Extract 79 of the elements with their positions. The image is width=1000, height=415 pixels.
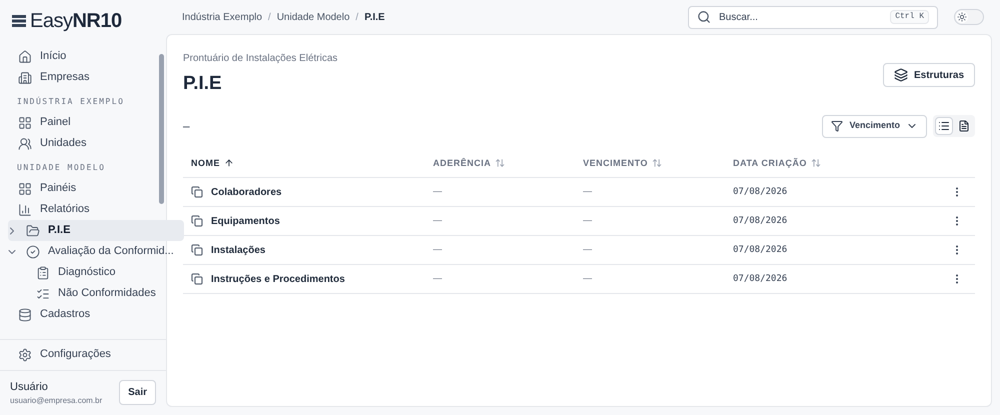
table-cell: —	[583, 215, 592, 226]
sort-icon	[652, 158, 662, 168]
logo-text: EasyNR10	[30, 9, 122, 34]
section-label: UNIDADE MODELO	[16, 162, 106, 174]
sidebar-item[interactable]: Unidades	[8, 133, 184, 154]
settings-icon	[18, 348, 32, 362]
structures-button[interactable]: Estruturas	[882, 63, 975, 87]
theme-toggle[interactable]	[954, 9, 984, 25]
filter-button[interactable]: Vencimento	[822, 114, 927, 138]
nav-icon	[18, 308, 32, 322]
summary-text: –	[183, 118, 190, 135]
settings-item[interactable]: Configurações	[8, 344, 158, 366]
folder-icon	[191, 186, 203, 198]
sidebar-item[interactable]: Painel	[8, 112, 184, 133]
sidebar-item[interactable]: Avaliação da Conformid...	[8, 241, 184, 262]
nav-icon	[26, 244, 40, 258]
breadcrumb-separator: /	[356, 10, 358, 24]
sidebar-item[interactable]: Início	[8, 46, 184, 67]
row-name[interactable]: Colaboradores	[211, 184, 282, 200]
column-header[interactable]: NOME	[191, 156, 234, 170]
table-cell: —	[433, 186, 442, 196]
sidebar-item[interactable]: P.I.E	[8, 220, 184, 241]
folder-icon	[191, 215, 203, 227]
column-header[interactable]: ADERÊNCIA	[433, 156, 506, 170]
folder-icon	[191, 244, 203, 256]
sun-icon	[957, 12, 967, 22]
search-icon	[697, 10, 711, 24]
logout-button[interactable]: Sair	[119, 380, 156, 406]
section-label: INDÚSTRIA EXEMPLO	[16, 96, 126, 108]
date-cell: 07/08/2026	[733, 186, 788, 197]
column-header[interactable]: DATA CRIAÇÃO	[733, 156, 821, 170]
layers-icon	[894, 68, 908, 82]
sort-icon	[810, 158, 821, 168]
nav-icon	[36, 286, 50, 300]
sidebar-item[interactable]: Empresas	[8, 67, 184, 88]
search-field[interactable]: Buscar... Ctrl K	[688, 6, 938, 28]
sidebar-item[interactable]: Cadastros	[8, 304, 184, 325]
table-cell: —	[433, 273, 442, 284]
nav-icon	[18, 136, 32, 150]
list-view-button[interactable]	[935, 117, 953, 135]
sidebar-item[interactable]: Painéis	[8, 178, 184, 199]
nav-icon	[18, 50, 32, 64]
sort-icon	[495, 158, 506, 168]
date-cell: 07/08/2026	[733, 274, 788, 284]
nav-icon	[18, 202, 32, 216]
date-cell: 07/08/2026	[733, 216, 788, 226]
document-icon	[958, 120, 970, 132]
sidebar-subitem[interactable]: Não Conformidades	[8, 283, 184, 304]
nav-icon	[26, 224, 40, 238]
table-cell: —	[583, 186, 592, 196]
nav-icon	[18, 70, 32, 84]
page-subtitle: Prontuário de Instalações Elétricas	[183, 52, 338, 66]
page-title: P.I.E	[183, 72, 223, 96]
breadcrumb-link[interactable]: Indústria Exemplo	[182, 10, 262, 24]
sidebar-item[interactable]: Relatórios	[8, 199, 184, 220]
breadcrumb-link[interactable]: P.I.E	[364, 10, 385, 24]
table-cell: —	[433, 215, 442, 226]
breadcrumb-link[interactable]: Unidade Modelo	[276, 10, 350, 24]
column-header[interactable]: VENCIMENTO	[583, 156, 662, 170]
nav-icon	[36, 266, 50, 280]
row-name[interactable]: Instruções e Procedimentos	[211, 272, 345, 286]
nav-icon	[18, 116, 32, 130]
breadcrumb-separator: /	[268, 10, 271, 24]
row-name[interactable]: Instalações	[211, 242, 266, 258]
date-cell: 07/08/2026	[733, 244, 788, 255]
table-cell: —	[583, 273, 592, 284]
table-cell: —	[583, 244, 592, 254]
user-name: Usuário	[10, 380, 49, 394]
shortcut-key: Ctrl K	[890, 10, 929, 24]
logo-icon	[12, 14, 26, 28]
row-name[interactable]: Equipamentos	[211, 214, 280, 228]
filter-icon	[831, 120, 844, 132]
folder-icon	[191, 273, 203, 285]
sort-asc-icon	[224, 158, 234, 168]
user-email: usuario@empresa.com.br	[10, 395, 102, 407]
table-cell: —	[433, 244, 442, 254]
search-input[interactable]: Buscar...	[719, 10, 882, 24]
nav-icon	[18, 182, 32, 196]
sidebar-subitem[interactable]: Diagnóstico	[8, 262, 184, 283]
